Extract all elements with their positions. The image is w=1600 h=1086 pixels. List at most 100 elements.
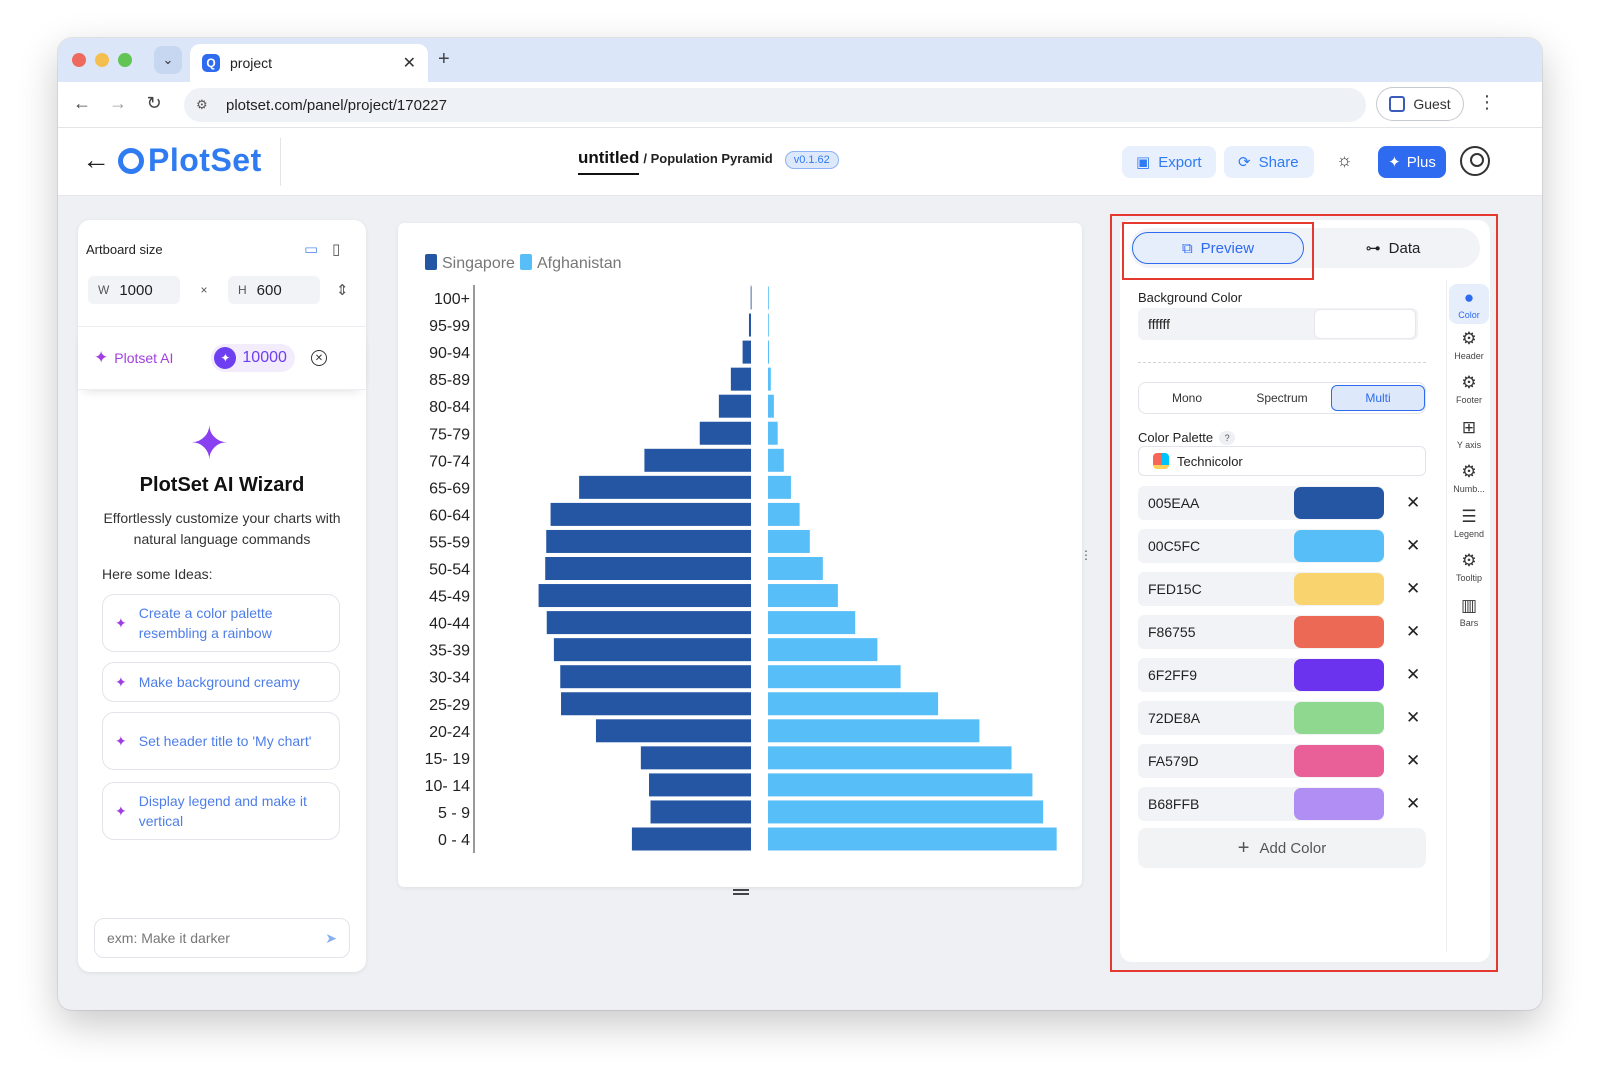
tab-title: project	[230, 55, 273, 71]
bar-singapore	[579, 475, 751, 499]
profile-button[interactable]: Guest	[1376, 87, 1464, 121]
y-tick-label: 40-44	[429, 616, 470, 633]
plotset-ai-label: Plotset AI	[114, 350, 174, 366]
height-value[interactable]: 600	[257, 282, 282, 299]
bar-singapore	[649, 773, 751, 797]
legend-label: Afghanistan	[537, 255, 622, 272]
url-text[interactable]: plotset.com/panel/project/170227	[226, 97, 447, 114]
bar-singapore	[748, 313, 751, 337]
y-tick-label: 70-74	[429, 453, 470, 470]
bar-singapore	[631, 827, 751, 851]
browser-tab-project[interactable]: Q project ✕	[190, 44, 428, 82]
close-ai-icon[interactable]: ✕	[310, 350, 327, 366]
ai-credits-badge: ✦ 10000	[211, 344, 295, 372]
new-tab-button[interactable]: +	[438, 48, 450, 71]
reload-icon[interactable]: ↻	[142, 93, 166, 114]
bar-afghanistan	[768, 475, 791, 499]
height-field[interactable]: H 600	[228, 276, 320, 304]
bar-afghanistan	[768, 827, 1057, 851]
ai-wizard-panel: Artboard size ▭ ▯ W 1000 × H 600 ⇕ ✦ Plo…	[78, 220, 366, 972]
theme-toggle-icon[interactable]: ☼	[1336, 150, 1353, 171]
plotset-logo[interactable]: PlotSet	[118, 142, 262, 179]
address-bar[interactable]: ⚙ plotset.com/panel/project/170227	[184, 88, 1366, 122]
back-icon[interactable]: ←	[70, 93, 94, 114]
project-name[interactable]: untitled	[578, 148, 640, 175]
chevron-down-icon: ⌄	[162, 52, 174, 67]
idea-suggestion[interactable]: ✦ Make background creamy	[102, 662, 340, 702]
bar-singapore	[650, 800, 751, 824]
y-tick-label: 60-64	[429, 507, 470, 524]
resize-handle[interactable]	[733, 889, 749, 895]
profile-icon	[1389, 96, 1406, 112]
mobile-view-icon[interactable]: ▯	[332, 240, 340, 258]
bar-afghanistan	[768, 611, 856, 635]
aspect-lock-icon[interactable]: ⇕	[336, 281, 349, 299]
account-avatar-icon[interactable]	[1460, 146, 1490, 176]
y-tick-label: 30-34	[429, 670, 470, 687]
wizard-description: Effortlessly customize your charts with …	[103, 510, 341, 547]
tab-search-button[interactable]: ⌄	[154, 46, 182, 74]
y-tick-label: 15- 19	[425, 751, 470, 768]
artboard-dimensions: W 1000 × H 600 ⇕	[88, 276, 356, 304]
ai-prompt-input[interactable]	[107, 930, 326, 946]
bar-afghanistan	[768, 313, 769, 337]
export-button[interactable]: ▣ Export	[1122, 146, 1216, 178]
y-tick-label: 55-59	[429, 534, 470, 551]
bar-afghanistan	[768, 719, 980, 743]
app-header: ← PlotSet untitled / Population Pyramid …	[58, 128, 1542, 196]
credits-sparkle-icon: ✦	[214, 347, 237, 369]
width-field[interactable]: W 1000	[88, 276, 180, 304]
side-resize-dots[interactable]: ⋮	[1080, 548, 1092, 562]
bar-afghanistan	[768, 773, 1033, 797]
y-tick-label: 45-49	[429, 589, 470, 606]
legend-swatch	[425, 254, 437, 270]
share-icon: ⟳	[1238, 154, 1251, 171]
share-button[interactable]: ⟳ Share	[1224, 146, 1314, 178]
legend-swatch	[520, 254, 532, 270]
ai-strip: ✦ Plotset AI ✦ 10000 ✕	[78, 326, 366, 390]
send-icon[interactable]: ➤	[325, 930, 337, 947]
ai-prompt-box: ➤	[94, 918, 350, 958]
idea-suggestion[interactable]: ✦ Create a color palette resembling a ra…	[102, 594, 340, 652]
y-tick-label: 0 - 4	[438, 832, 470, 849]
minimize-window-button[interactable]	[95, 53, 109, 67]
bar-singapore	[546, 529, 751, 553]
chart-type-label: / Population Pyramid	[643, 151, 773, 166]
bar-singapore	[718, 394, 751, 418]
logo-text: PlotSet	[148, 142, 262, 178]
idea-suggestion[interactable]: ✦ Set header title to 'My chart'	[102, 712, 340, 770]
bar-singapore	[553, 638, 751, 662]
idea-suggestion[interactable]: ✦ Display legend and make it vertical	[102, 782, 340, 840]
project-title: untitled / Population Pyramid v0.1.62	[578, 148, 839, 175]
bar-singapore	[545, 557, 751, 580]
bar-singapore	[595, 719, 751, 743]
bar-afghanistan	[768, 746, 1012, 770]
bar-afghanistan	[768, 800, 1044, 824]
browser-menu-icon[interactable]: ⋮	[1478, 92, 1496, 113]
legend-label: Singapore	[442, 255, 515, 272]
close-tab-icon[interactable]: ✕	[403, 53, 416, 73]
desktop-view-icon[interactable]: ▭	[304, 240, 318, 258]
idea-text: Set header title to 'My chart'	[138, 733, 312, 749]
artboard-size-label: Artboard size	[86, 242, 163, 257]
idea-text: Create a color palette resembling a rain…	[138, 605, 273, 641]
maximize-window-button[interactable]	[118, 53, 132, 67]
bar-afghanistan	[768, 638, 878, 662]
plotset-favicon-icon: Q	[202, 54, 220, 72]
bar-afghanistan	[768, 286, 769, 310]
width-value[interactable]: 1000	[119, 282, 152, 299]
forward-icon[interactable]: →	[106, 93, 130, 114]
y-tick-label: 10- 14	[425, 778, 470, 795]
bar-afghanistan	[768, 584, 838, 608]
y-tick-label: 5 - 9	[438, 805, 470, 822]
plus-button[interactable]: ✦ Plus	[1378, 146, 1446, 178]
logo-mark-icon	[118, 147, 144, 174]
highlight-box	[1110, 214, 1498, 972]
back-arrow-icon[interactable]: ←	[82, 144, 110, 176]
close-window-button[interactable]	[72, 53, 86, 67]
bar-afghanistan	[768, 367, 771, 391]
bar-afghanistan	[768, 502, 800, 526]
image-icon: ▣	[1136, 154, 1151, 171]
credits-value: 10000	[242, 349, 287, 366]
site-settings-icon[interactable]: ⚙	[196, 97, 214, 113]
